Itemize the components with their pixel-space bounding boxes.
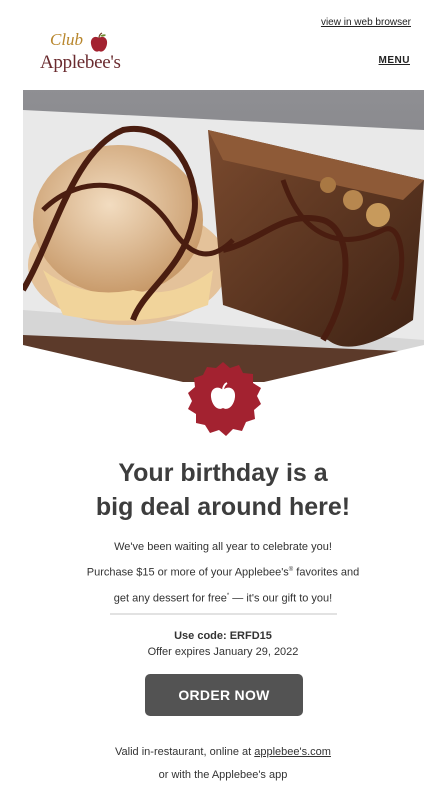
view-in-browser-link[interactable]: view in web browser (321, 17, 411, 28)
apple-badge-icon (188, 362, 261, 436)
order-now-button[interactable]: ORDER NOW (145, 674, 303, 716)
headline-line-2: big deal around here! (95, 493, 351, 521)
logo-club-text: Club (50, 30, 84, 49)
divider (110, 613, 337, 615)
dessert-hero-image[interactable] (23, 90, 424, 382)
apple-logo-icon (90, 32, 108, 52)
promo-code: Use code: ERFD15 (174, 630, 272, 642)
body-line-2: Purchase $15 or more of your Applebee's®… (0, 559, 446, 585)
valid-text: Valid in-restaurant, online at (115, 746, 255, 758)
offer-expiry: Offer expires January 29, 2022 (147, 646, 299, 658)
body-line-2-text: Purchase $15 or more of your Applebee's (86, 566, 289, 579)
headline-line-1: Your birthday is a (118, 459, 328, 487)
headline: Your birthday is a big deal around here! (0, 456, 446, 524)
valid-channels: Valid in-restaurant, online at applebee'… (0, 746, 446, 758)
email-header: view in web browser Club Applebee's MENU (0, 0, 446, 90)
offer-description: We've been waiting all year to celebrate… (0, 536, 446, 610)
logo-brand-text: Applebee's (40, 52, 121, 73)
body-line-3-end: — it's our gift to you! (229, 592, 333, 605)
club-applebees-logo[interactable]: Club Applebee's (38, 30, 128, 76)
body-line-3: get any dessert for free* — it's our gif… (0, 585, 446, 611)
body-line-2-end: favorites and (293, 566, 360, 579)
body-line-3-text: get any dessert for free (113, 592, 227, 605)
body-line-1: We've been waiting all year to celebrate… (114, 541, 332, 553)
applebees-site-link[interactable]: applebee's.com (254, 746, 331, 758)
menu-link[interactable]: MENU (379, 55, 410, 66)
app-note: or with the Applebee's app (158, 769, 288, 781)
